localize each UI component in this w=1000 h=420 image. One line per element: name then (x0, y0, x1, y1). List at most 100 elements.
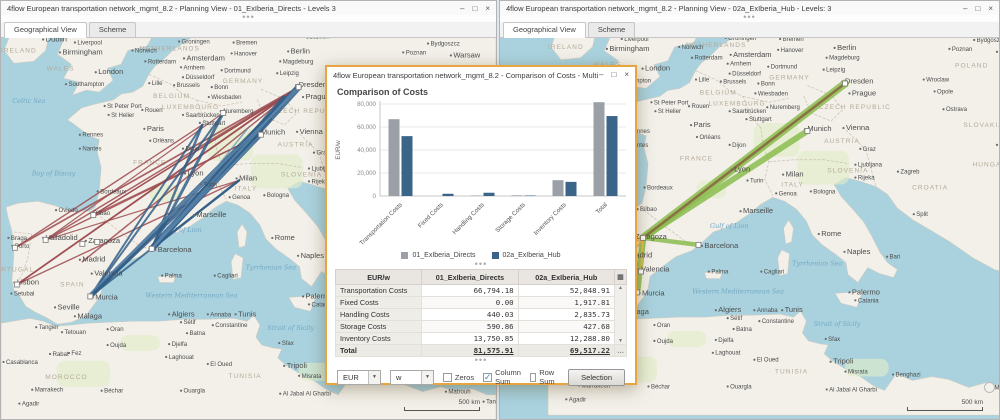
checkbox-label: Column Sum (495, 368, 521, 386)
network-node-marker[interactable] (80, 241, 85, 246)
table-row[interactable]: Fixed Costs0.001,917.81 (336, 297, 627, 309)
scroll-up-arrow[interactable]: ▲ (618, 285, 623, 291)
checkbox-box[interactable]: ✓ (483, 373, 492, 382)
minimize-button[interactable]: – (599, 71, 603, 79)
region-label: TUNISIA (228, 373, 261, 380)
network-node-marker[interactable] (149, 246, 154, 251)
city-dot (826, 57, 828, 59)
city-label: Brussels (723, 80, 746, 86)
maximize-button[interactable]: □ (611, 71, 616, 79)
city-label: Munich (807, 124, 831, 133)
table-menu-icon[interactable]: ▦ (614, 270, 626, 285)
network-node-marker[interactable] (296, 85, 301, 90)
city-dot (298, 375, 300, 377)
table-more-icon[interactable]: … (614, 345, 626, 357)
city-label: Málaga (77, 311, 102, 320)
close-button[interactable]: × (624, 71, 629, 79)
network-node-marker[interactable] (12, 245, 17, 250)
table-row[interactable]: Inventory Costs13,750.8512,288.80 (336, 333, 627, 345)
city-label: Rabat (53, 352, 69, 358)
city-dot (148, 82, 150, 84)
legend-swatch (492, 252, 499, 259)
city-dot (180, 321, 182, 323)
city-dot (236, 177, 238, 179)
city-dot (842, 127, 844, 129)
legend-item: 02a_ExIberia_Hub (492, 252, 561, 259)
table-row[interactable]: Transportation Costs66,794.1852,048.91▲▼ (336, 285, 627, 297)
region-label: PORTUGAL (1, 267, 34, 274)
city-dot (65, 83, 67, 85)
city-label: Milan (786, 170, 804, 179)
maximize-button[interactable]: □ (975, 5, 980, 13)
table-scrollbar[interactable]: ▲▼ (614, 285, 626, 345)
tab-scheme[interactable]: Scheme (89, 22, 137, 37)
city-dot (107, 328, 109, 330)
city-dot (200, 183, 202, 185)
network-node-marker[interactable] (843, 81, 848, 86)
currency-select[interactable]: EUR ▼ (337, 370, 381, 385)
map-control-button[interactable] (984, 382, 995, 393)
city-label: Liverpool (77, 40, 102, 46)
dialog-titlebar[interactable]: 4flow European transportation network_mg… (327, 67, 635, 82)
maximize-button[interactable]: □ (472, 5, 477, 13)
network-node-marker[interactable] (805, 129, 810, 134)
period-select[interactable]: w ▼ (390, 370, 434, 385)
city-dot (818, 233, 820, 235)
column-header[interactable]: EUR/w (336, 270, 422, 285)
city-label: Dublin (46, 38, 67, 44)
network-node-marker[interactable] (43, 237, 48, 242)
city-label: Bordeaux (647, 185, 673, 191)
city-label: Djelfa (172, 342, 188, 348)
map-scale-bar: 500 km (404, 399, 480, 411)
scroll-down-arrow[interactable]: ▼ (618, 338, 623, 344)
city-label: Rotterdam (695, 56, 723, 62)
close-button[interactable]: × (485, 5, 490, 13)
network-node-marker[interactable] (88, 294, 93, 299)
column-header[interactable]: 02a_ExIberia_Hub (518, 270, 614, 285)
splitter-handle[interactable]: ••• (1, 15, 496, 22)
city-label: El Oued (210, 362, 232, 368)
city-label: Annaba (210, 312, 231, 318)
city-dot (302, 295, 304, 297)
city-dot (207, 363, 209, 365)
dialog-splitter-handle[interactable]: ••• (327, 261, 635, 269)
network-node-marker[interactable] (639, 269, 644, 274)
checkbox-zeros[interactable]: Zeros (443, 373, 474, 382)
network-node-marker[interactable] (258, 132, 263, 137)
city-dot (208, 96, 210, 98)
y-tick-label: 0 (373, 193, 377, 200)
city-label: El Oued (757, 358, 779, 364)
checkbox-column-sum[interactable]: ✓Column Sum (483, 368, 521, 386)
network-node-marker[interactable] (14, 282, 19, 287)
network-node-marker[interactable] (91, 213, 96, 218)
column-header[interactable]: 01_ExIberia_Directs (422, 270, 518, 285)
dialog-splitter-handle[interactable]: ••• (327, 357, 635, 365)
checkbox-box[interactable] (530, 373, 536, 382)
minimize-button[interactable]: – (460, 5, 464, 13)
minimize-button[interactable]: – (963, 5, 967, 13)
city-label: Sétif (730, 316, 742, 322)
table-row[interactable]: Handling Costs440.032,835.73 (336, 309, 627, 321)
city-dot (848, 92, 850, 94)
city-dot (141, 109, 143, 111)
splitter-handle[interactable]: ••• (500, 15, 999, 22)
network-node-marker[interactable] (95, 239, 100, 244)
city-dot (753, 309, 755, 311)
network-node-marker[interactable] (696, 242, 701, 247)
checkbox-box[interactable] (443, 373, 452, 382)
checkbox-row-sum[interactable]: Row Sum (530, 368, 559, 386)
tab-scheme[interactable]: Scheme (588, 22, 636, 37)
city-label: Batna (736, 327, 752, 333)
region-label: CZECH REPUBLIC (819, 104, 891, 111)
city-dot (777, 49, 779, 51)
city-dot (18, 402, 20, 404)
tab-geographical-view[interactable]: Geographical View (503, 22, 586, 38)
close-button[interactable]: × (988, 5, 993, 13)
tab-geographical-view[interactable]: Geographical View (4, 22, 87, 38)
city-dot (720, 80, 722, 82)
network-node-marker[interactable] (641, 235, 646, 240)
table-row[interactable]: Storage Costs590.86427.68 (336, 321, 627, 333)
city-dot (178, 40, 180, 42)
network-node-marker[interactable] (221, 110, 226, 115)
selection-button[interactable]: Selection (568, 369, 625, 386)
